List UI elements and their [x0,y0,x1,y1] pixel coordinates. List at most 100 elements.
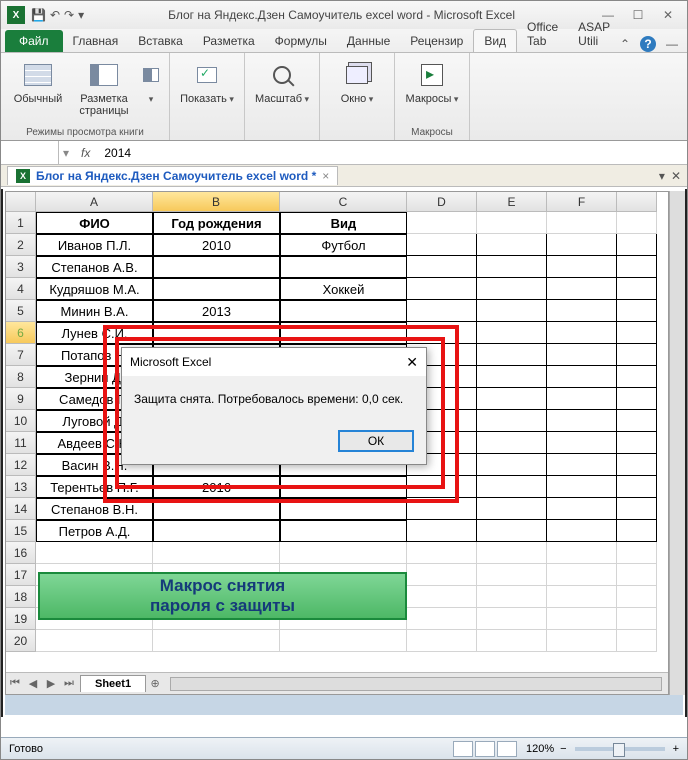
name-box[interactable] [1,141,59,164]
cell[interactable] [617,520,657,542]
cell[interactable] [280,322,407,344]
tab-formulas[interactable]: Формулы [265,30,337,52]
cell[interactable] [547,300,617,322]
row-header[interactable]: 19 [6,608,36,630]
cell[interactable] [407,278,477,300]
cell[interactable] [280,256,407,278]
zoom-value[interactable]: 120% [526,743,554,755]
file-tab[interactable]: Файл [5,30,63,52]
document-tab-close-icon[interactable]: × [322,169,329,183]
cell[interactable]: Минин В.А. [36,300,153,322]
cell[interactable] [617,322,657,344]
cell[interactable] [407,300,477,322]
dialog-close-icon[interactable]: ✕ [406,354,418,371]
cell[interactable] [36,630,153,652]
cell[interactable] [547,212,617,234]
cell[interactable] [153,278,280,300]
cell[interactable]: Степанов А.В. [36,256,153,278]
sheet-nav-first[interactable]: ⏮ [6,677,24,690]
cell[interactable] [153,520,280,542]
cell[interactable] [153,256,280,278]
row-header[interactable]: 18 [6,586,36,608]
cell[interactable] [617,256,657,278]
new-sheet-icon[interactable]: ⊕ [146,677,164,690]
cell[interactable] [407,586,477,608]
cell[interactable] [477,630,547,652]
cell[interactable] [617,564,657,586]
cell[interactable] [617,278,657,300]
vertical-scrollbar[interactable] [669,191,685,695]
cell[interactable]: ФИО [36,212,153,234]
macros-button[interactable]: Макросы [403,59,461,105]
cell[interactable] [547,542,617,564]
row-header[interactable]: 16 [6,542,36,564]
cell[interactable] [547,630,617,652]
cell[interactable] [280,498,407,520]
maximize-button[interactable]: ☐ [629,6,647,24]
tab-layout[interactable]: Разметка [193,30,265,52]
zoom-in-icon[interactable]: + [673,743,679,755]
cell[interactable] [617,234,657,256]
col-header-e[interactable]: E [477,192,547,212]
cell[interactable] [153,322,280,344]
row-header[interactable]: 6 [6,322,36,344]
doctab-dropdown-icon[interactable]: ▾ [659,169,665,183]
col-header-c[interactable]: C [280,192,407,212]
col-header-a[interactable]: A [36,192,153,212]
row-header[interactable]: 7 [6,344,36,366]
row-header[interactable]: 15 [6,520,36,542]
ribbon-minimize-icon[interactable]: ⌃ [620,37,630,51]
dialog-ok-button[interactable]: ОК [338,430,414,452]
cell[interactable]: Иванов П.Л. [36,234,153,256]
cell[interactable] [477,542,547,564]
cell[interactable]: 2013 [153,300,280,322]
page-layout-button[interactable]: Разметкастраницы [75,59,133,117]
cell[interactable] [617,300,657,322]
row-header[interactable]: 10 [6,410,36,432]
row-header[interactable]: 9 [6,388,36,410]
cell[interactable] [547,278,617,300]
cell[interactable] [407,542,477,564]
cell[interactable] [153,630,280,652]
close-button[interactable]: ✕ [659,6,677,24]
row-header[interactable]: 14 [6,498,36,520]
cell[interactable] [477,300,547,322]
tab-view[interactable]: Вид [473,29,517,52]
cell[interactable] [477,366,547,388]
cell[interactable] [547,564,617,586]
col-header-f[interactable]: F [547,192,617,212]
tab-home[interactable]: Главная [63,30,129,52]
cell[interactable] [547,476,617,498]
row-header[interactable]: 13 [6,476,36,498]
col-header-rest[interactable] [617,192,657,212]
cell[interactable] [477,278,547,300]
cell[interactable]: Вид [280,212,407,234]
cell[interactable] [477,520,547,542]
cell[interactable]: 2010 [153,234,280,256]
cell[interactable] [547,432,617,454]
cell[interactable] [280,476,407,498]
cell[interactable] [280,542,407,564]
fx-label[interactable]: fx [73,146,98,160]
cell[interactable] [407,476,477,498]
cell[interactable] [547,608,617,630]
window-button[interactable]: Окно [328,59,386,105]
tab-insert[interactable]: Вставка [128,30,193,52]
cell[interactable] [617,476,657,498]
cell[interactable] [407,212,477,234]
cell[interactable] [547,388,617,410]
cell[interactable] [477,212,547,234]
cell[interactable]: Терентьев П.Г. [36,476,153,498]
row-header[interactable]: 2 [6,234,36,256]
row-header[interactable]: 11 [6,432,36,454]
row-header[interactable]: 20 [6,630,36,652]
cell[interactable] [477,344,547,366]
sheet-nav-next[interactable]: ▶ [42,677,60,690]
tab-officetab[interactable]: Office Tab [517,16,568,52]
cell[interactable] [280,520,407,542]
cell[interactable] [477,476,547,498]
cell[interactable] [36,542,153,564]
cell[interactable] [477,432,547,454]
cell[interactable] [477,234,547,256]
tab-data[interactable]: Данные [337,30,400,52]
